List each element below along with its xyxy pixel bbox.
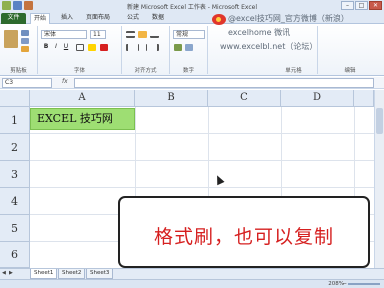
row-header-5[interactable]: 5 [0, 215, 30, 242]
sheet-tab-bar: ◀ ▶ Sheet1 Sheet2 Sheet3 [0, 268, 384, 279]
grid-line [30, 133, 374, 134]
column-header-b[interactable]: B [135, 90, 208, 107]
minimize-button[interactable]: – [341, 1, 354, 10]
maximize-button[interactable]: □ [355, 1, 368, 10]
callout-text: 格式刷，也可以复制 [153, 226, 334, 248]
excel-window: 新建 Microsoft Excel 工作表 - Microsoft Excel… [0, 0, 384, 288]
align-middle-icon[interactable] [138, 31, 147, 38]
fill-color-icon[interactable] [88, 44, 96, 51]
tab-page-layout[interactable]: 页面布局 [83, 13, 113, 24]
row-header-4[interactable]: 4 [0, 188, 30, 215]
next-sheet-icon[interactable]: ▶ [9, 270, 14, 277]
paste-icon[interactable] [4, 30, 18, 48]
column-header-c[interactable]: C [208, 90, 281, 107]
weibo-logo-icon [212, 14, 226, 25]
align-left-icon[interactable] [126, 44, 135, 51]
window-title: 新建 Microsoft Excel 工作表 - Microsoft Excel [126, 4, 257, 11]
column-header-e[interactable] [354, 90, 374, 107]
font-name-select[interactable]: 宋体 [41, 30, 87, 39]
align-bottom-icon[interactable] [150, 31, 159, 38]
formula-input[interactable] [74, 78, 374, 88]
number-format-select[interactable]: 常规 [173, 30, 205, 39]
name-box[interactable]: C3 [2, 78, 52, 88]
bold-button[interactable]: B [42, 43, 50, 51]
mouse-cursor-icon [213, 173, 225, 186]
sheet-tab-3[interactable]: Sheet3 [86, 269, 114, 279]
row-header-3[interactable]: 3 [0, 161, 30, 188]
row-header-2[interactable]: 2 [0, 134, 30, 161]
column-header-a[interactable]: A [30, 90, 135, 107]
font-size-select[interactable]: 11 [90, 30, 106, 39]
sheet-tab-2[interactable]: Sheet2 [58, 269, 86, 279]
align-right-icon[interactable] [150, 44, 159, 51]
clipboard-group: 剪贴板 [0, 26, 38, 74]
tab-insert[interactable]: 插入 [58, 13, 76, 24]
formula-bar: C3 fx [0, 77, 384, 89]
row-header-6[interactable]: 6 [0, 242, 30, 268]
column-header-d[interactable]: D [281, 90, 354, 107]
watermark-line1: @excel技巧网_官方微博（新浪） [228, 14, 349, 23]
cell-a1[interactable]: EXCEL 技巧网 [30, 108, 135, 130]
font-group: 宋体 11 B I U 字体 [38, 26, 122, 74]
zoom-slider[interactable] [348, 283, 380, 285]
percent-icon[interactable] [185, 44, 193, 51]
font-group-label: 字体 [73, 68, 85, 74]
font-color-icon[interactable] [100, 44, 108, 51]
watermark-line2: excelhome 微讯 [228, 28, 291, 37]
currency-icon[interactable] [174, 44, 182, 51]
clipboard-group-label: 剪贴板 [10, 68, 27, 74]
fx-icon[interactable]: fx [62, 78, 68, 85]
copy-icon[interactable] [21, 38, 29, 44]
annotation-callout: 格式刷，也可以复制 [118, 196, 370, 268]
first-sheet-icon[interactable]: ◀ [2, 270, 7, 277]
cut-icon[interactable] [21, 30, 29, 36]
title-bar: 新建 Microsoft Excel 工作表 - Microsoft Excel… [0, 0, 384, 12]
watermark: @excel技巧网_官方微博（新浪） excelhome 微讯 www.exce… [212, 12, 384, 68]
tab-data[interactable]: 数据 [149, 13, 167, 24]
window-controls: – □ ✕ [341, 1, 382, 10]
alignment-group: 对齐方式 [122, 26, 170, 74]
watermark-line3: www.excelbl.net（论坛） [220, 42, 318, 51]
tab-home[interactable]: 开始 [30, 13, 51, 24]
grid-line [30, 187, 374, 188]
zoom-out-button[interactable]: − [342, 280, 347, 288]
tab-formulas[interactable]: 公式 [124, 13, 142, 24]
align-top-icon[interactable] [126, 31, 135, 38]
italic-button[interactable]: I [52, 43, 60, 51]
sheet-tab-1[interactable]: Sheet1 [30, 269, 58, 279]
underline-button[interactable]: U [62, 43, 70, 51]
tab-file[interactable]: 文件 [1, 13, 26, 24]
row-header-1[interactable]: 1 [0, 107, 30, 134]
status-bar: 208% − [0, 279, 384, 288]
scrollbar-thumb[interactable] [376, 108, 383, 134]
format-painter-icon[interactable] [21, 46, 29, 52]
alignment-group-label: 对齐方式 [134, 68, 157, 74]
number-group-label: 数字 [182, 68, 194, 74]
grid-line [30, 160, 374, 161]
number-group: 常规 数字 [170, 26, 208, 74]
close-button[interactable]: ✕ [369, 1, 382, 10]
vertical-scrollbar[interactable] [374, 90, 384, 268]
border-icon[interactable] [76, 44, 84, 51]
select-all-corner[interactable] [0, 90, 30, 107]
align-center-icon[interactable] [138, 44, 147, 51]
